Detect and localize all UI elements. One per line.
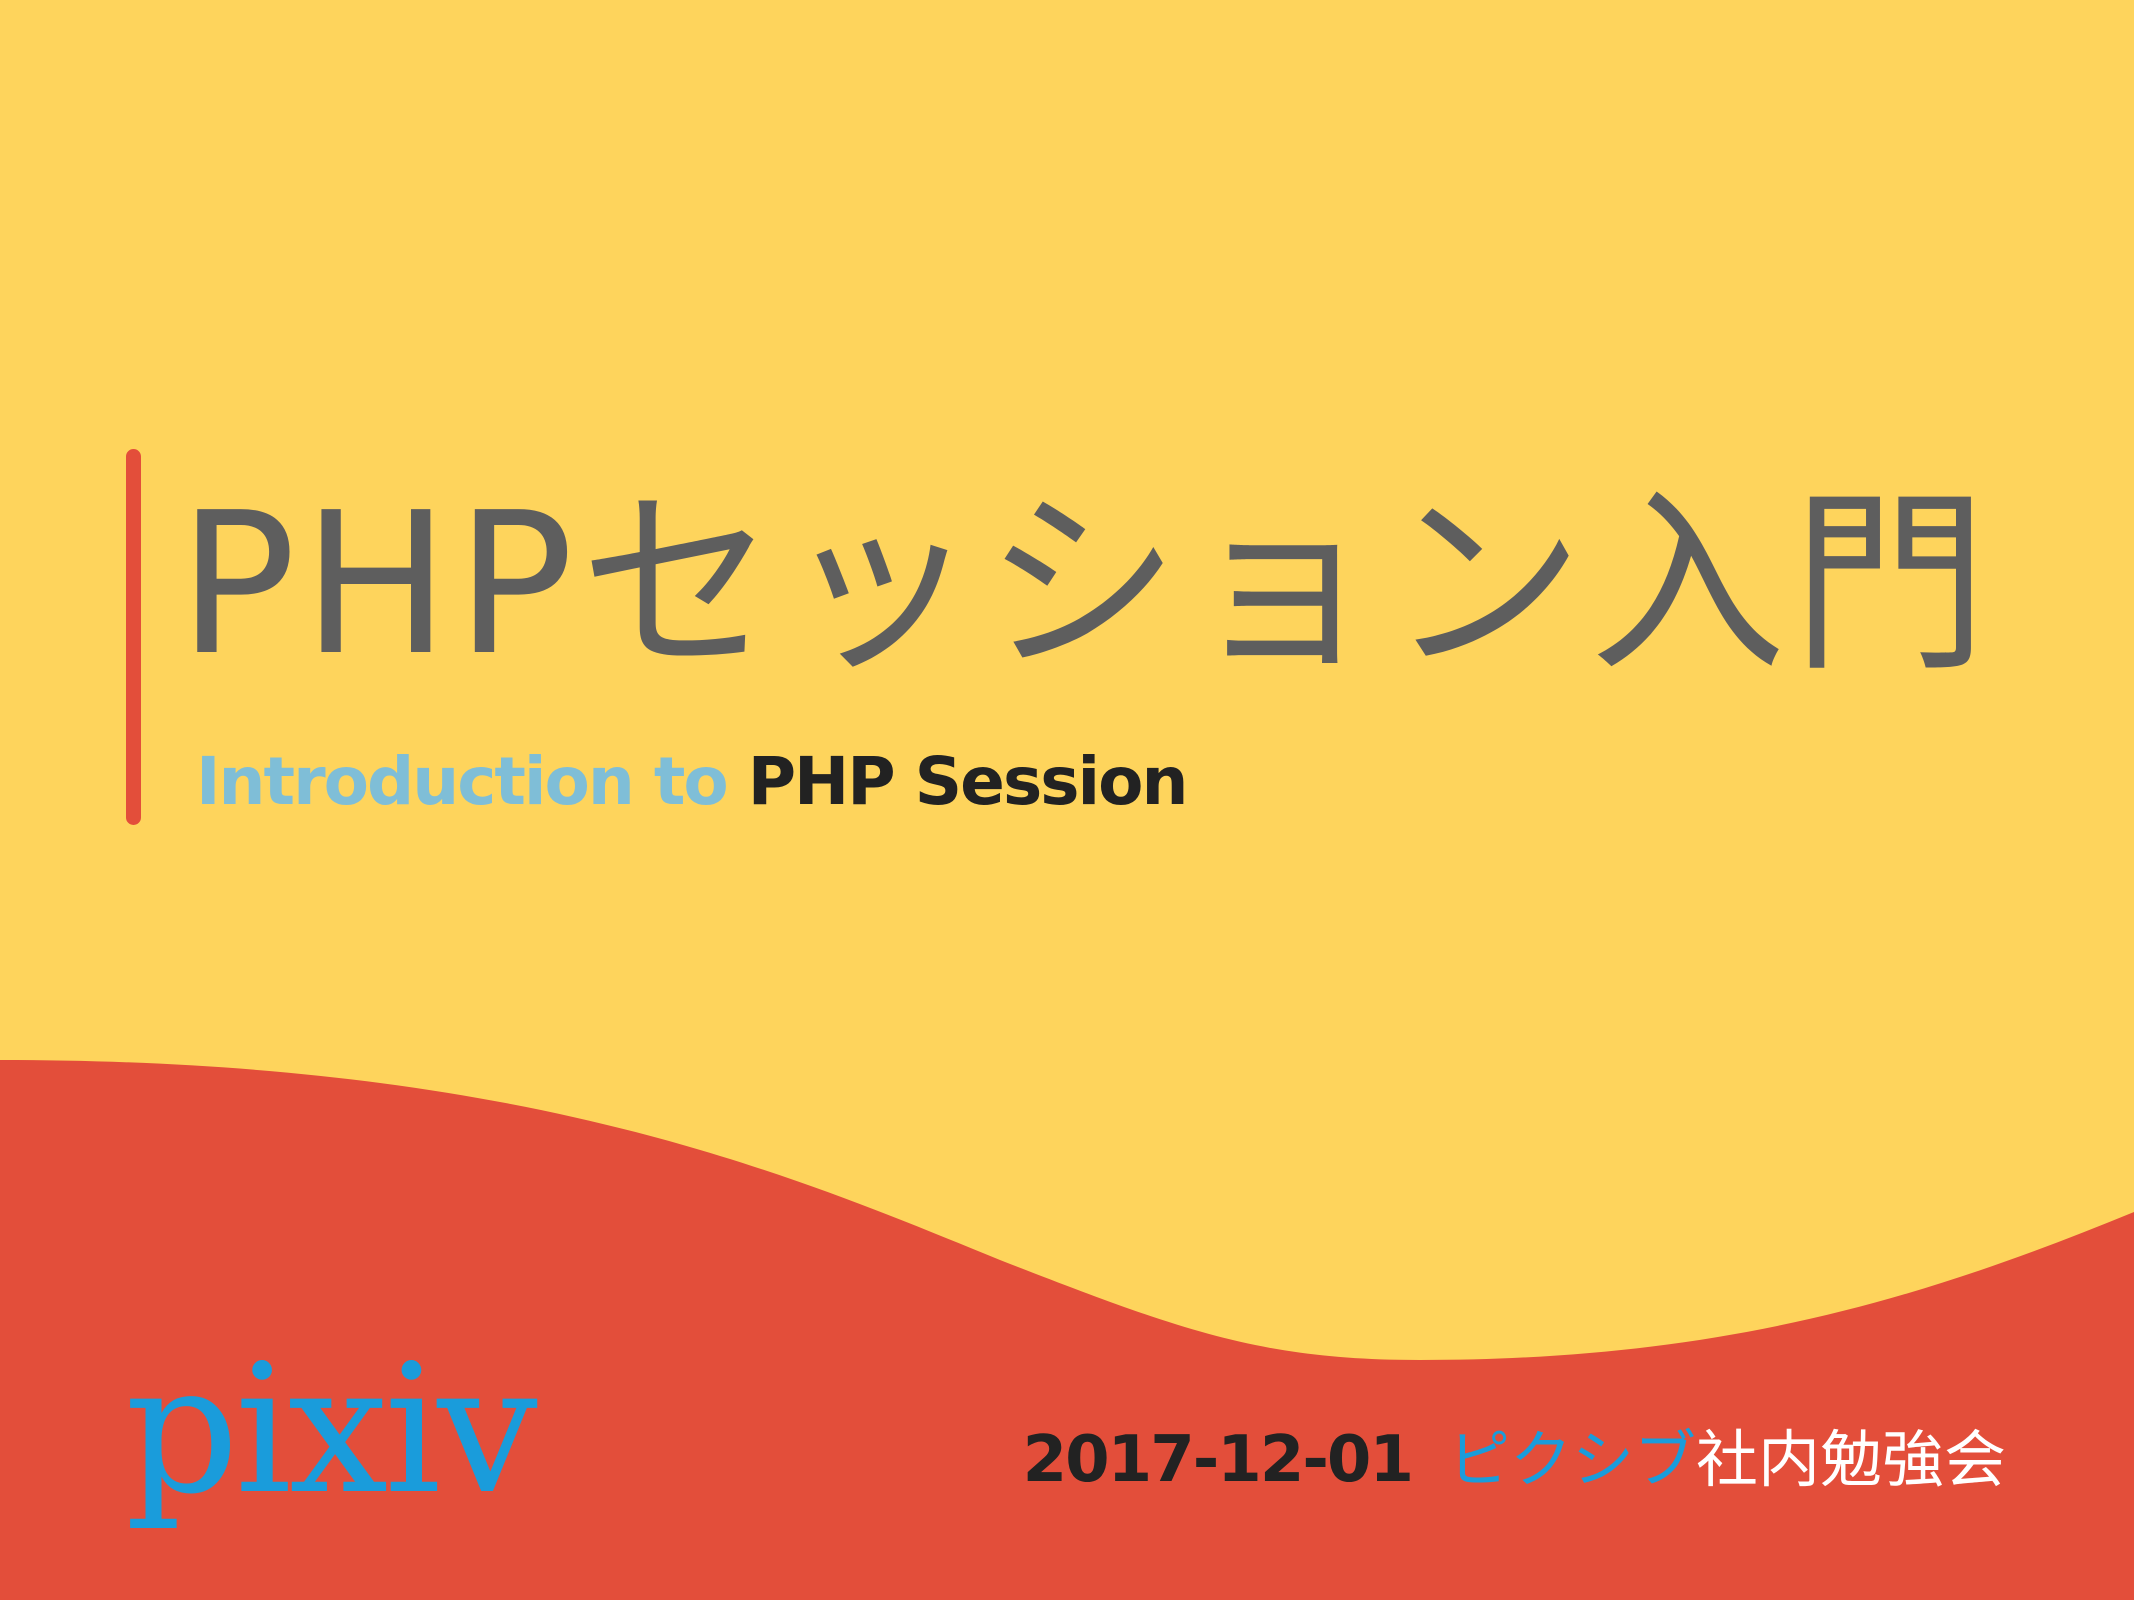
title-slide: PHPセッション入門 Introduction to PHP Session p…	[0, 0, 2134, 1600]
title-accent-bar	[126, 449, 141, 825]
slide-title: PHPセッション入門	[178, 471, 1994, 699]
event-company-name: ピクシブ	[1447, 1423, 1696, 1496]
slide-subtitle: Introduction to PHP Session	[196, 742, 1189, 822]
subtitle-topic-text: PHP Session	[747, 743, 1189, 820]
event-type: 社内勉強会	[1695, 1423, 2006, 1496]
pixiv-logo: pixiv	[125, 1326, 538, 1533]
event-date: 2017-12-01	[1022, 1423, 1414, 1497]
event-info: 2017-12-01 ピクシブ社内勉強会	[1023, 1420, 2006, 1500]
subtitle-intro-text: Introduction to	[196, 743, 748, 820]
